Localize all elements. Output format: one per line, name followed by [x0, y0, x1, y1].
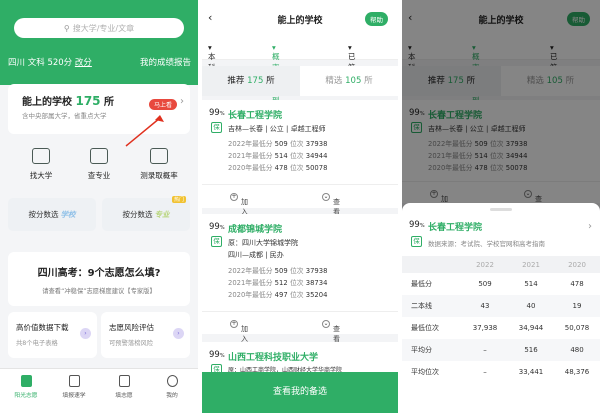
probability: 99%	[209, 108, 225, 118]
school-name[interactable]: 长春工程学院	[228, 108, 282, 121]
tab-fill[interactable]: 填志愿	[104, 375, 144, 399]
home-screen: ⚲ 搜大学/专业/文章 四川 文科 520分 改分 我的成绩报告 能上的学校 1…	[0, 0, 198, 413]
score-detail-sheet: 99% 长春工程学院 保 数据来源：考试院、学校官网和高考指南 › 2022 2…	[402, 203, 600, 413]
table-row: 最低分 509 514 478	[411, 280, 584, 288]
graduation-cap-icon	[32, 148, 50, 164]
tab-learn[interactable]: 填报速学	[54, 375, 94, 399]
school-card[interactable]: 99% 长春工程学院 保 吉林—长春 | 公立 | 卓越工程师 2022年最低分…	[202, 100, 398, 236]
score-row: 2020年最低分 497 位次 35204	[228, 291, 328, 299]
selected-filter[interactable]: 已筛选0 ▾	[348, 43, 356, 93]
home-header: ⚲ 搜大学/专业/文章 四川 文科 520分 改分 我的成绩报告	[0, 0, 198, 85]
tab-home[interactable]: 阳光志愿	[6, 375, 46, 399]
column-header: 2021	[508, 256, 554, 273]
chevron-right-icon[interactable]: ›	[588, 221, 592, 232]
tool-grid: 找大学 查专业 测录取概率	[0, 148, 198, 188]
safe-tag: 保	[211, 236, 222, 247]
tab-me[interactable]: 我的	[152, 375, 192, 399]
select-major-by-score-button[interactable]: 按分数选 专业 热门	[102, 196, 190, 231]
tab-recommend[interactable]: 推荐 175 所	[202, 66, 300, 96]
school-name[interactable]: 成都锦城学院	[228, 222, 282, 235]
score-history-table: 2022 2021 2020 最低分 509 514 478 二本线 43 40…	[402, 256, 600, 383]
score-report-link[interactable]: 我的成绩报告	[140, 56, 191, 68]
bottom-tabbar: 阳光志愿 填报速学 填志愿 我的	[0, 368, 198, 413]
table-row: 平均位次 – 33,441 48,376	[411, 368, 590, 376]
score-summary: 四川 文科 520分 改分	[8, 58, 92, 68]
nav-header: ‹ 能上的学校 帮助	[202, 0, 398, 35]
score-row: 2020年最低分 478 位次 50078	[228, 164, 328, 172]
school-meta: 吉林—长春 | 公立 | 卓越工程师	[228, 125, 326, 133]
select-school-by-score-button[interactable]: 按分数选 学校	[8, 198, 96, 231]
drag-handle[interactable]	[490, 208, 512, 211]
home-icon	[20, 375, 32, 387]
score-row: 2021年最低分 512 位次 38734	[228, 279, 328, 287]
safe-tag: 保	[211, 122, 222, 133]
chevron-down-icon: ⌄	[322, 320, 330, 328]
card-title: 能上的学校 175 所	[22, 94, 115, 108]
add-candidate-button[interactable]: +加入备选	[230, 318, 248, 363]
card-subtitle: 含中央部属大学，省重点大学	[22, 112, 107, 120]
data-download-card[interactable]: 高价值数据下载 共8个电子表格 ›	[8, 312, 97, 358]
user-icon	[166, 375, 178, 387]
score-row: 2022年最低分 509 位次 37938	[228, 140, 328, 148]
strategy-banner[interactable]: 四川高考：9个志愿怎么填? 请查看“冲稳保”志愿梯度建议【专家版】	[8, 252, 190, 306]
chevron-down-icon: ⌄	[322, 193, 330, 201]
plus-icon: +	[230, 320, 238, 328]
score-row: 2021年最低分 514 位次 34944	[228, 152, 328, 160]
data-source: 数据来源：考试院、学校官网和高考指南	[428, 240, 545, 248]
view-now-badge[interactable]: 马上看	[148, 99, 177, 110]
table-row: 二本线 43 40 19	[402, 295, 600, 317]
view-majors-button[interactable]: ⌄查看专业	[322, 191, 340, 236]
search-icon: ⚲	[63, 23, 70, 33]
school-name[interactable]: 长春工程学院	[428, 220, 482, 233]
table-header-row: 2022 2021 2020	[402, 256, 600, 273]
probability: 99%	[409, 220, 425, 230]
list-tabs: 推荐 175 所 精选 105 所	[202, 66, 398, 96]
risk-assessment-card[interactable]: 志愿风险评估 可预警落榜风险 ›	[101, 312, 190, 358]
admission-probability-button[interactable]: 测录取概率	[128, 148, 190, 181]
school-former-name: 原：四川大学锦城学院	[228, 239, 298, 247]
probability: 99%	[209, 222, 225, 232]
search-input[interactable]: ⚲ 搜大学/专业/文章	[14, 18, 184, 38]
add-candidate-button[interactable]: +加入备选	[230, 191, 248, 236]
document-icon	[68, 375, 80, 387]
find-major-button[interactable]: 查专业	[68, 148, 130, 181]
school-list-screen: ‹ 能上的学校 帮助 本科二批 ▾ 概率从高到低 ▾ 已筛选0 ▾ 推荐 175…	[202, 0, 398, 413]
probability: 99%	[209, 350, 225, 360]
school-meta: 四川—成都 | 民办	[228, 251, 284, 259]
school-detail-sheet-screen: ‹ 能上的学校 帮助 本科二批 ▾ 概率从高到低 ▾ 已筛选0 ▾ 推荐 175…	[402, 0, 600, 413]
filter-bar: 本科二批 ▾ 概率从高到低 ▾ 已筛选0 ▾	[202, 35, 398, 116]
batch-filter[interactable]: 本科二批 ▾	[208, 43, 216, 94]
hot-badge: 热门	[171, 196, 186, 203]
book-icon	[90, 148, 108, 164]
help-button[interactable]: 帮助	[365, 12, 388, 26]
chevron-right-icon: ›	[180, 96, 184, 107]
change-score-link[interactable]: 改分	[75, 58, 92, 68]
plus-icon: +	[230, 193, 238, 201]
tab-selected[interactable]: 精选 105 所	[300, 66, 398, 96]
table-row: 最低位次 37,938 34,944 50,078	[411, 324, 590, 332]
arrow-right-icon: ›	[173, 328, 184, 339]
view-candidates-button[interactable]: 查看我的备选	[202, 372, 398, 413]
sort-filter[interactable]: 概率从高到低 ▾	[272, 43, 280, 116]
column-header: 2022	[462, 256, 508, 273]
find-university-button[interactable]: 找大学	[10, 148, 72, 181]
school-card[interactable]: 99% 成都锦城学院 保 原：四川大学锦城学院 四川—成都 | 民办 2022年…	[202, 214, 398, 363]
card-actions: +加入备选 ⌄查看专业	[202, 184, 398, 236]
table-row: 平均分 – 516 480	[402, 339, 600, 361]
arrow-right-icon: ›	[80, 328, 91, 339]
score-row: 2022年最低分 509 位次 37938	[228, 267, 328, 275]
chart-icon	[150, 148, 168, 164]
view-majors-button[interactable]: ⌄查看专业	[322, 318, 340, 363]
safe-tag: 保	[411, 236, 422, 247]
school-card[interactable]: 99% 山西工程科技职业大学 保 原：山西工商学院，山西财经大学华商学院	[202, 342, 398, 375]
pen-icon	[118, 375, 130, 387]
column-header: 2020	[554, 256, 600, 273]
annotation-arrow	[125, 115, 164, 147]
school-name[interactable]: 山西工程科技职业大学	[228, 350, 318, 363]
card-actions: +加入备选 ⌄查看专业	[202, 311, 398, 363]
